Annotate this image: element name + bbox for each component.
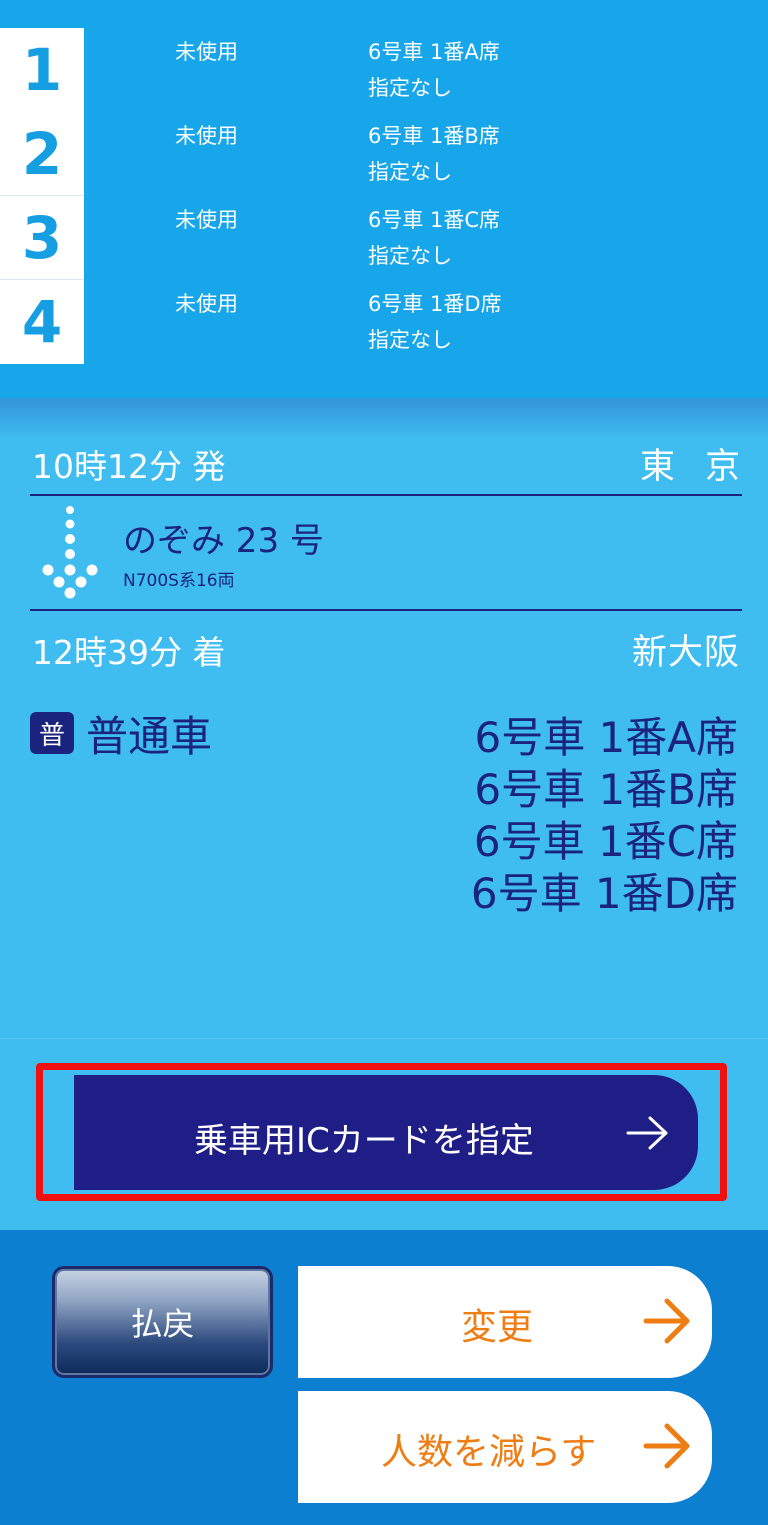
arrival-time: 12時39分 着 bbox=[32, 633, 226, 672]
passenger-seat-2: 6号車 1番B席 bbox=[368, 124, 500, 148]
passenger-number-1: 1 bbox=[0, 28, 84, 112]
passenger-status-3: 未使用 bbox=[175, 208, 238, 232]
refund-button[interactable]: 払戻 bbox=[52, 1266, 273, 1378]
passenger-number-2: 2 bbox=[0, 112, 84, 196]
arrival-station: 新大阪 bbox=[631, 633, 740, 673]
passenger-seat-1: 6号車 1番A席 bbox=[368, 40, 500, 64]
change-button-label: 変更 bbox=[461, 1307, 534, 1348]
passenger-preference-2: 指定なし bbox=[368, 160, 452, 184]
passenger-preference-4: 指定なし bbox=[368, 328, 452, 352]
change-button[interactable]: 変更 bbox=[298, 1266, 712, 1378]
ic-card-button-label: 乗車用ICカードを指定 bbox=[194, 1121, 534, 1161]
departure-time: 10時12分 発 bbox=[32, 447, 226, 486]
passenger-seat-3: 6号車 1番C席 bbox=[368, 208, 501, 232]
passenger-divider bbox=[0, 195, 84, 196]
journey-panel: 10時12分 発 東京 のぞみ 23 号 N700S系16両 12時39分 着 … bbox=[0, 398, 768, 1038]
passenger-divider bbox=[0, 279, 84, 280]
passenger-preference-1: 指定なし bbox=[368, 76, 452, 100]
app: 1 2 3 4 未使用 6号車 1番A席 指定なし 未使用 6号車 1番B席 指… bbox=[0, 0, 768, 1525]
class-name: 普通車 bbox=[86, 712, 213, 761]
train-type: N700S系16両 bbox=[123, 571, 235, 591]
arrow-right-icon bbox=[643, 1298, 690, 1344]
arrow-right-icon bbox=[626, 1116, 668, 1150]
passenger-status-4: 未使用 bbox=[175, 292, 238, 316]
seat-assignment: 6号車 1番D席 bbox=[470, 869, 738, 918]
specify-ic-card-button[interactable]: 乗車用ICカードを指定 bbox=[74, 1075, 698, 1190]
down-arrow-icon bbox=[42, 506, 98, 599]
departure-station: 東京 bbox=[639, 447, 768, 487]
divider-line bbox=[30, 494, 742, 496]
passenger-seat-4: 6号車 1番D席 bbox=[368, 292, 502, 316]
passenger-preference-3: 指定なし bbox=[368, 244, 452, 268]
divider-line bbox=[30, 609, 742, 611]
class-badge: 普 bbox=[30, 712, 74, 754]
reduce-passengers-button[interactable]: 人数を減らす bbox=[298, 1391, 712, 1503]
train-name: のぞみ 23 号 bbox=[123, 521, 324, 561]
passenger-number-3: 3 bbox=[0, 196, 84, 280]
arrow-right-icon bbox=[643, 1423, 690, 1469]
passenger-number-4: 4 bbox=[0, 280, 84, 364]
reduce-passengers-button-label: 人数を減らす bbox=[381, 1432, 597, 1473]
passenger-status-2: 未使用 bbox=[175, 124, 238, 148]
passenger-panel: 1 2 3 4 未使用 6号車 1番A席 指定なし 未使用 6号車 1番B席 指… bbox=[0, 0, 768, 398]
passenger-status-1: 未使用 bbox=[175, 40, 238, 64]
